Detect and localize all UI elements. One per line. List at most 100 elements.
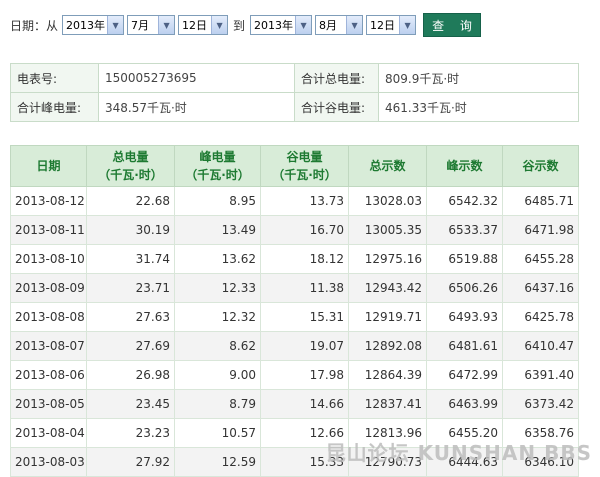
row-value-cell: 17.98 xyxy=(260,360,349,390)
column-header-date[interactable]: 日期 xyxy=(10,145,87,187)
row-date-cell: 2013-08-10 xyxy=(10,244,87,274)
total-label: 合计总电量: xyxy=(294,63,379,93)
chevron-down-icon: ▼ xyxy=(211,16,228,34)
row-date-cell: 2013-08-07 xyxy=(10,331,87,361)
column-header-valley-reading[interactable]: 谷示数 xyxy=(502,145,579,187)
to-label: 到 xyxy=(233,18,246,33)
column-header-valley[interactable]: 谷电量 （千瓦·时） xyxy=(260,145,349,187)
row-value-cell: 13005.35 xyxy=(348,215,427,245)
row-value-cell: 6493.93 xyxy=(426,302,503,332)
row-value-cell: 31.74 xyxy=(86,244,175,274)
row-value-cell: 6481.61 xyxy=(426,331,503,361)
row-value-cell: 6506.26 xyxy=(426,273,503,303)
chevron-down-icon: ▼ xyxy=(158,16,175,34)
column-header-total[interactable]: 总电量 （千瓦·时） xyxy=(86,145,175,187)
row-value-cell: 11.38 xyxy=(260,273,349,303)
peak-value: 348.57千瓦·时 xyxy=(98,92,295,122)
column-header-total-reading[interactable]: 总示数 xyxy=(348,145,427,187)
row-value-cell: 6533.37 xyxy=(426,215,503,245)
row-value-cell: 27.63 xyxy=(86,302,175,332)
row-date-cell: 2013-08-05 xyxy=(10,389,87,419)
row-value-cell: 30.19 xyxy=(86,215,175,245)
meter-no-value: 150005273695 xyxy=(98,63,295,93)
row-value-cell: 14.66 xyxy=(260,389,349,419)
row-value-cell: 12837.41 xyxy=(348,389,427,419)
row-value-cell: 13.49 xyxy=(174,215,261,245)
row-value-cell: 6542.32 xyxy=(426,186,503,216)
column-header-peak[interactable]: 峰电量 （千瓦·时） xyxy=(174,145,261,187)
row-value-cell: 10.57 xyxy=(174,418,261,448)
summary-row: 合计峰电量: 348.57千瓦·时 合计谷电量: 461.33千瓦·时 xyxy=(10,92,579,122)
row-value-cell: 13.73 xyxy=(260,186,349,216)
row-value-cell: 6410.47 xyxy=(502,331,579,361)
row-value-cell: 23.23 xyxy=(86,418,175,448)
from-day-select[interactable]: 12日 ▼ xyxy=(178,15,229,35)
row-date-cell: 2013-08-09 xyxy=(10,273,87,303)
table-row: 2013-08-07 27.69 8.62 19.07 12892.08 6481.61 6… xyxy=(10,331,579,361)
row-value-cell: 16.70 xyxy=(260,215,349,245)
total-value: 809.9千瓦·时 xyxy=(378,63,579,93)
row-value-cell: 27.92 xyxy=(86,447,175,477)
row-value-cell: 19.07 xyxy=(260,331,349,361)
row-value-cell: 8.79 xyxy=(174,389,261,419)
row-value-cell: 15.31 xyxy=(260,302,349,332)
valley-value: 461.33千瓦·时 xyxy=(378,92,579,122)
row-value-cell: 12.33 xyxy=(174,273,261,303)
to-day-select[interactable]: 12日 ▼ xyxy=(366,15,417,35)
row-value-cell: 6437.16 xyxy=(502,273,579,303)
row-value-cell: 9.00 xyxy=(174,360,261,390)
watermark: 昆山论坛 KUNSHAN BBS xyxy=(325,441,592,465)
meter-no-label: 电表号: xyxy=(10,63,99,93)
table-row: 2013-08-08 27.63 12.32 15.31 12919.71 6493.93… xyxy=(10,302,579,332)
row-date-cell: 2013-08-08 xyxy=(10,302,87,332)
table-row: 2013-08-06 26.98 9.00 17.98 12864.39 6472.99 6… xyxy=(10,360,579,390)
row-value-cell: 6391.40 xyxy=(502,360,579,390)
row-date-cell: 2013-08-11 xyxy=(10,215,87,245)
row-value-cell: 12.32 xyxy=(174,302,261,332)
row-date-cell: 2013-08-03 xyxy=(10,447,87,477)
row-value-cell: 6455.28 xyxy=(502,244,579,274)
summary-row: 电表号: 150005273695 合计总电量: 809.9千瓦·时 xyxy=(10,63,579,93)
row-date-cell: 2013-08-06 xyxy=(10,360,87,390)
row-value-cell: 12919.71 xyxy=(348,302,427,332)
row-value-cell: 12943.42 xyxy=(348,273,427,303)
row-value-cell: 6472.99 xyxy=(426,360,503,390)
chevron-down-icon: ▼ xyxy=(107,16,124,34)
query-button[interactable]: 查 询 xyxy=(423,13,482,37)
summary-table: 电表号: 150005273695 合计总电量: 809.9千瓦·时 合计峰电量… xyxy=(10,63,579,122)
row-date-cell: 2013-08-12 xyxy=(10,186,87,216)
row-value-cell: 6519.88 xyxy=(426,244,503,274)
valley-label: 合计谷电量: xyxy=(294,92,379,122)
chevron-down-icon: ▼ xyxy=(399,16,416,34)
row-date-cell: 2013-08-04 xyxy=(10,418,87,448)
row-value-cell: 12892.08 xyxy=(348,331,427,361)
from-month-select[interactable]: 7月 ▼ xyxy=(127,15,176,35)
row-value-cell: 23.45 xyxy=(86,389,175,419)
chevron-down-icon: ▼ xyxy=(346,16,363,34)
peak-label: 合计峰电量: xyxy=(10,92,99,122)
to-year-select[interactable]: 2013年 ▼ xyxy=(250,15,313,35)
column-header-peak-reading[interactable]: 峰示数 xyxy=(426,145,503,187)
row-value-cell: 8.95 xyxy=(174,186,261,216)
row-value-cell: 6373.42 xyxy=(502,389,579,419)
row-value-cell: 6463.99 xyxy=(426,389,503,419)
row-value-cell: 6471.98 xyxy=(502,215,579,245)
row-value-cell: 18.12 xyxy=(260,244,349,274)
row-value-cell: 26.98 xyxy=(86,360,175,390)
from-year-select[interactable]: 2013年 ▼ xyxy=(62,15,125,35)
row-value-cell: 12.59 xyxy=(174,447,261,477)
row-value-cell: 22.68 xyxy=(86,186,175,216)
to-month-select[interactable]: 8月 ▼ xyxy=(315,15,364,35)
row-value-cell: 6425.78 xyxy=(502,302,579,332)
chevron-down-icon: ▼ xyxy=(295,16,312,34)
table-header-row: 日期 总电量 （千瓦·时） 峰电量 （千瓦·时） 谷电量 （千瓦·时） 总示数 峰示数… xyxy=(10,145,579,187)
table-row: 2013-08-12 22.68 8.95 13.73 13028.03 6542.32 6… xyxy=(10,186,579,216)
row-value-cell: 6485.71 xyxy=(502,186,579,216)
table-row: 2013-08-10 31.74 13.62 18.12 12975.16 6519.88… xyxy=(10,244,579,274)
row-value-cell: 12864.39 xyxy=(348,360,427,390)
row-value-cell: 13.62 xyxy=(174,244,261,274)
row-value-cell: 27.69 xyxy=(86,331,175,361)
usage-table: 日期 总电量 （千瓦·时） 峰电量 （千瓦·时） 谷电量 （千瓦·时） 总示数 峰示数… xyxy=(10,145,579,477)
row-value-cell: 13028.03 xyxy=(348,186,427,216)
table-row: 2013-08-11 30.19 13.49 16.70 13005.35 6533.37… xyxy=(10,215,579,245)
